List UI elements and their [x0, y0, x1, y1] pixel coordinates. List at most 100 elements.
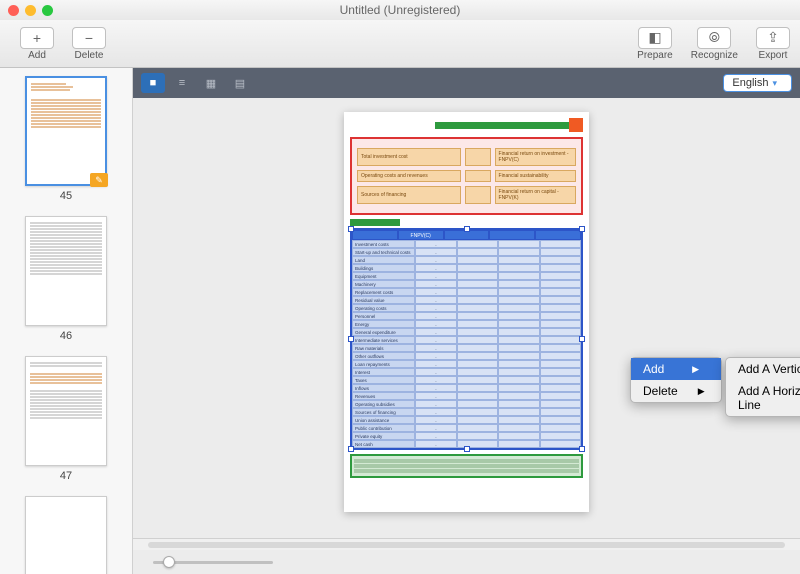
diagram-cell: Operating costs and revenues: [357, 170, 461, 182]
table-header-cell: [352, 230, 398, 240]
prepare-button-label: Prepare: [637, 50, 673, 61]
table-row: Private equity-: [352, 432, 581, 440]
table-row: Interest-: [352, 368, 581, 376]
thumbnail-45[interactable]: ✎ 45: [8, 76, 124, 202]
context-menu[interactable]: Add▶Delete▶: [630, 357, 722, 403]
diagram-connector: [465, 186, 491, 204]
table-row: Union assistance-: [352, 416, 581, 424]
resize-handle[interactable]: [348, 226, 354, 232]
table-row: Equipment-: [352, 272, 581, 280]
export-button[interactable]: ⇪Export: [756, 27, 790, 61]
table-row: Machinery-: [352, 280, 581, 288]
table-row: Taxes-: [352, 376, 581, 384]
page-marker: [569, 118, 583, 132]
table-row: Revenues-: [352, 392, 581, 400]
prepare-button-icon: ◧: [638, 27, 672, 49]
thumbnail-number: 46: [8, 330, 124, 342]
prepare-button[interactable]: ◧Prepare: [637, 27, 673, 61]
resize-handle[interactable]: [579, 226, 585, 232]
toolbar: +Add−Delete ◧Prepare⦾Recognize⇪Export: [0, 20, 800, 68]
table-row: Loan repayments-: [352, 360, 581, 368]
diagram-cell: Sources of financing: [357, 186, 461, 204]
diagram-cell: Financial sustainability: [495, 170, 576, 182]
thumbnail-number: 47: [8, 470, 124, 482]
table-row: Land-: [352, 256, 581, 264]
add-button-icon: +: [20, 27, 54, 49]
document-canvas[interactable]: Total investment cost Financial return on…: [133, 98, 800, 538]
thumbnail-46[interactable]: 46: [8, 216, 124, 342]
text-region[interactable]: [435, 122, 570, 129]
diagram-connector: [465, 170, 491, 182]
menu-item-add-a-vertical-line[interactable]: Add A Vertical Line: [726, 358, 800, 380]
view-mode-bar: ■≡▦▤ English: [133, 68, 800, 98]
export-button-icon: ⇪: [756, 27, 790, 49]
menu-item-add[interactable]: Add▶: [631, 358, 721, 380]
table-region-selected[interactable]: FNPV(C)Investment costs-Start-up and tec…: [350, 228, 583, 450]
thumbnail-3[interactable]: [8, 496, 124, 574]
resize-handle[interactable]: [348, 446, 354, 452]
table-row: Inflows-: [352, 384, 581, 392]
delete-button-icon: −: [72, 27, 106, 49]
table-row: Energy-: [352, 320, 581, 328]
table-header-cell: [535, 230, 581, 240]
table-row: Operating subsidies-: [352, 400, 581, 408]
menu-item-add-a-horizontal-line[interactable]: Add A Horizontal Line: [726, 380, 800, 416]
diagram-cell: Total investment cost: [357, 148, 461, 166]
diagram-cell: Financial return on investment - FNPV(C): [495, 148, 576, 166]
table-row: General expenditure-: [352, 328, 581, 336]
table-row: Sources of financing-: [352, 408, 581, 416]
document-page[interactable]: Total investment cost Financial return on…: [344, 112, 589, 512]
zoom-slider[interactable]: [153, 561, 273, 564]
diagram-connector: [465, 148, 491, 166]
resize-handle[interactable]: [579, 446, 585, 452]
recognize-button-label: Recognize: [691, 50, 738, 61]
resize-handle[interactable]: [579, 336, 585, 342]
resize-handle[interactable]: [464, 226, 470, 232]
diagram-cell: Financial return on capital - FNPV(K): [495, 186, 576, 204]
table-row: Replacement costs-: [352, 288, 581, 296]
language-selector[interactable]: English: [723, 74, 792, 92]
thumbnail-47[interactable]: 47: [8, 356, 124, 482]
chevron-right-icon: ▶: [692, 364, 699, 375]
table-row: Personnel-: [352, 312, 581, 320]
view-mode-3[interactable]: ▤: [228, 73, 252, 93]
table-row: Investment costs-: [352, 240, 581, 248]
resize-handle[interactable]: [348, 336, 354, 342]
table-row: Operating costs-: [352, 304, 581, 312]
edit-badge-icon: ✎: [90, 173, 108, 187]
table-row: Public contribution-: [352, 424, 581, 432]
add-button[interactable]: +Add: [20, 27, 54, 61]
table-row: Other outflows-: [352, 352, 581, 360]
text-region[interactable]: [350, 219, 400, 226]
view-mode-1[interactable]: ≡: [170, 73, 194, 93]
horizontal-scrollbar[interactable]: [133, 538, 800, 550]
add-button-label: Add: [28, 50, 46, 61]
table-row: Start-up and technical costs-: [352, 248, 581, 256]
table-row: Raw materials-: [352, 344, 581, 352]
chevron-right-icon: ▶: [698, 386, 705, 397]
table-row: Intermediate services-: [352, 336, 581, 344]
window-titlebar: Untitled (Unregistered): [0, 0, 800, 20]
table-header-cell: FNPV(C): [398, 230, 444, 240]
language-label: English: [732, 77, 768, 89]
resize-handle[interactable]: [464, 446, 470, 452]
table-header-cell: [489, 230, 535, 240]
view-mode-2[interactable]: ▦: [199, 73, 223, 93]
thumbnail-number: 45: [8, 190, 124, 202]
context-submenu[interactable]: Add A Vertical LineAdd A Horizontal Line: [725, 357, 800, 417]
zoom-control[interactable]: [133, 550, 800, 574]
delete-button-label: Delete: [75, 50, 104, 61]
export-button-label: Export: [759, 50, 788, 61]
text-region[interactable]: [350, 454, 583, 478]
zoom-knob[interactable]: [163, 556, 175, 568]
image-region[interactable]: Total investment cost Financial return on…: [350, 137, 583, 215]
table-row: Buildings-: [352, 264, 581, 272]
table-row: Residual value-: [352, 296, 581, 304]
delete-button[interactable]: −Delete: [72, 27, 106, 61]
window-title: Untitled (Unregistered): [0, 3, 800, 17]
thumbnail-sidebar[interactable]: ✎ 45 46 47: [0, 68, 133, 574]
recognize-button[interactable]: ⦾Recognize: [691, 27, 738, 61]
menu-item-delete[interactable]: Delete▶: [631, 380, 721, 402]
recognize-button-icon: ⦾: [697, 27, 731, 49]
view-mode-0[interactable]: ■: [141, 73, 165, 93]
